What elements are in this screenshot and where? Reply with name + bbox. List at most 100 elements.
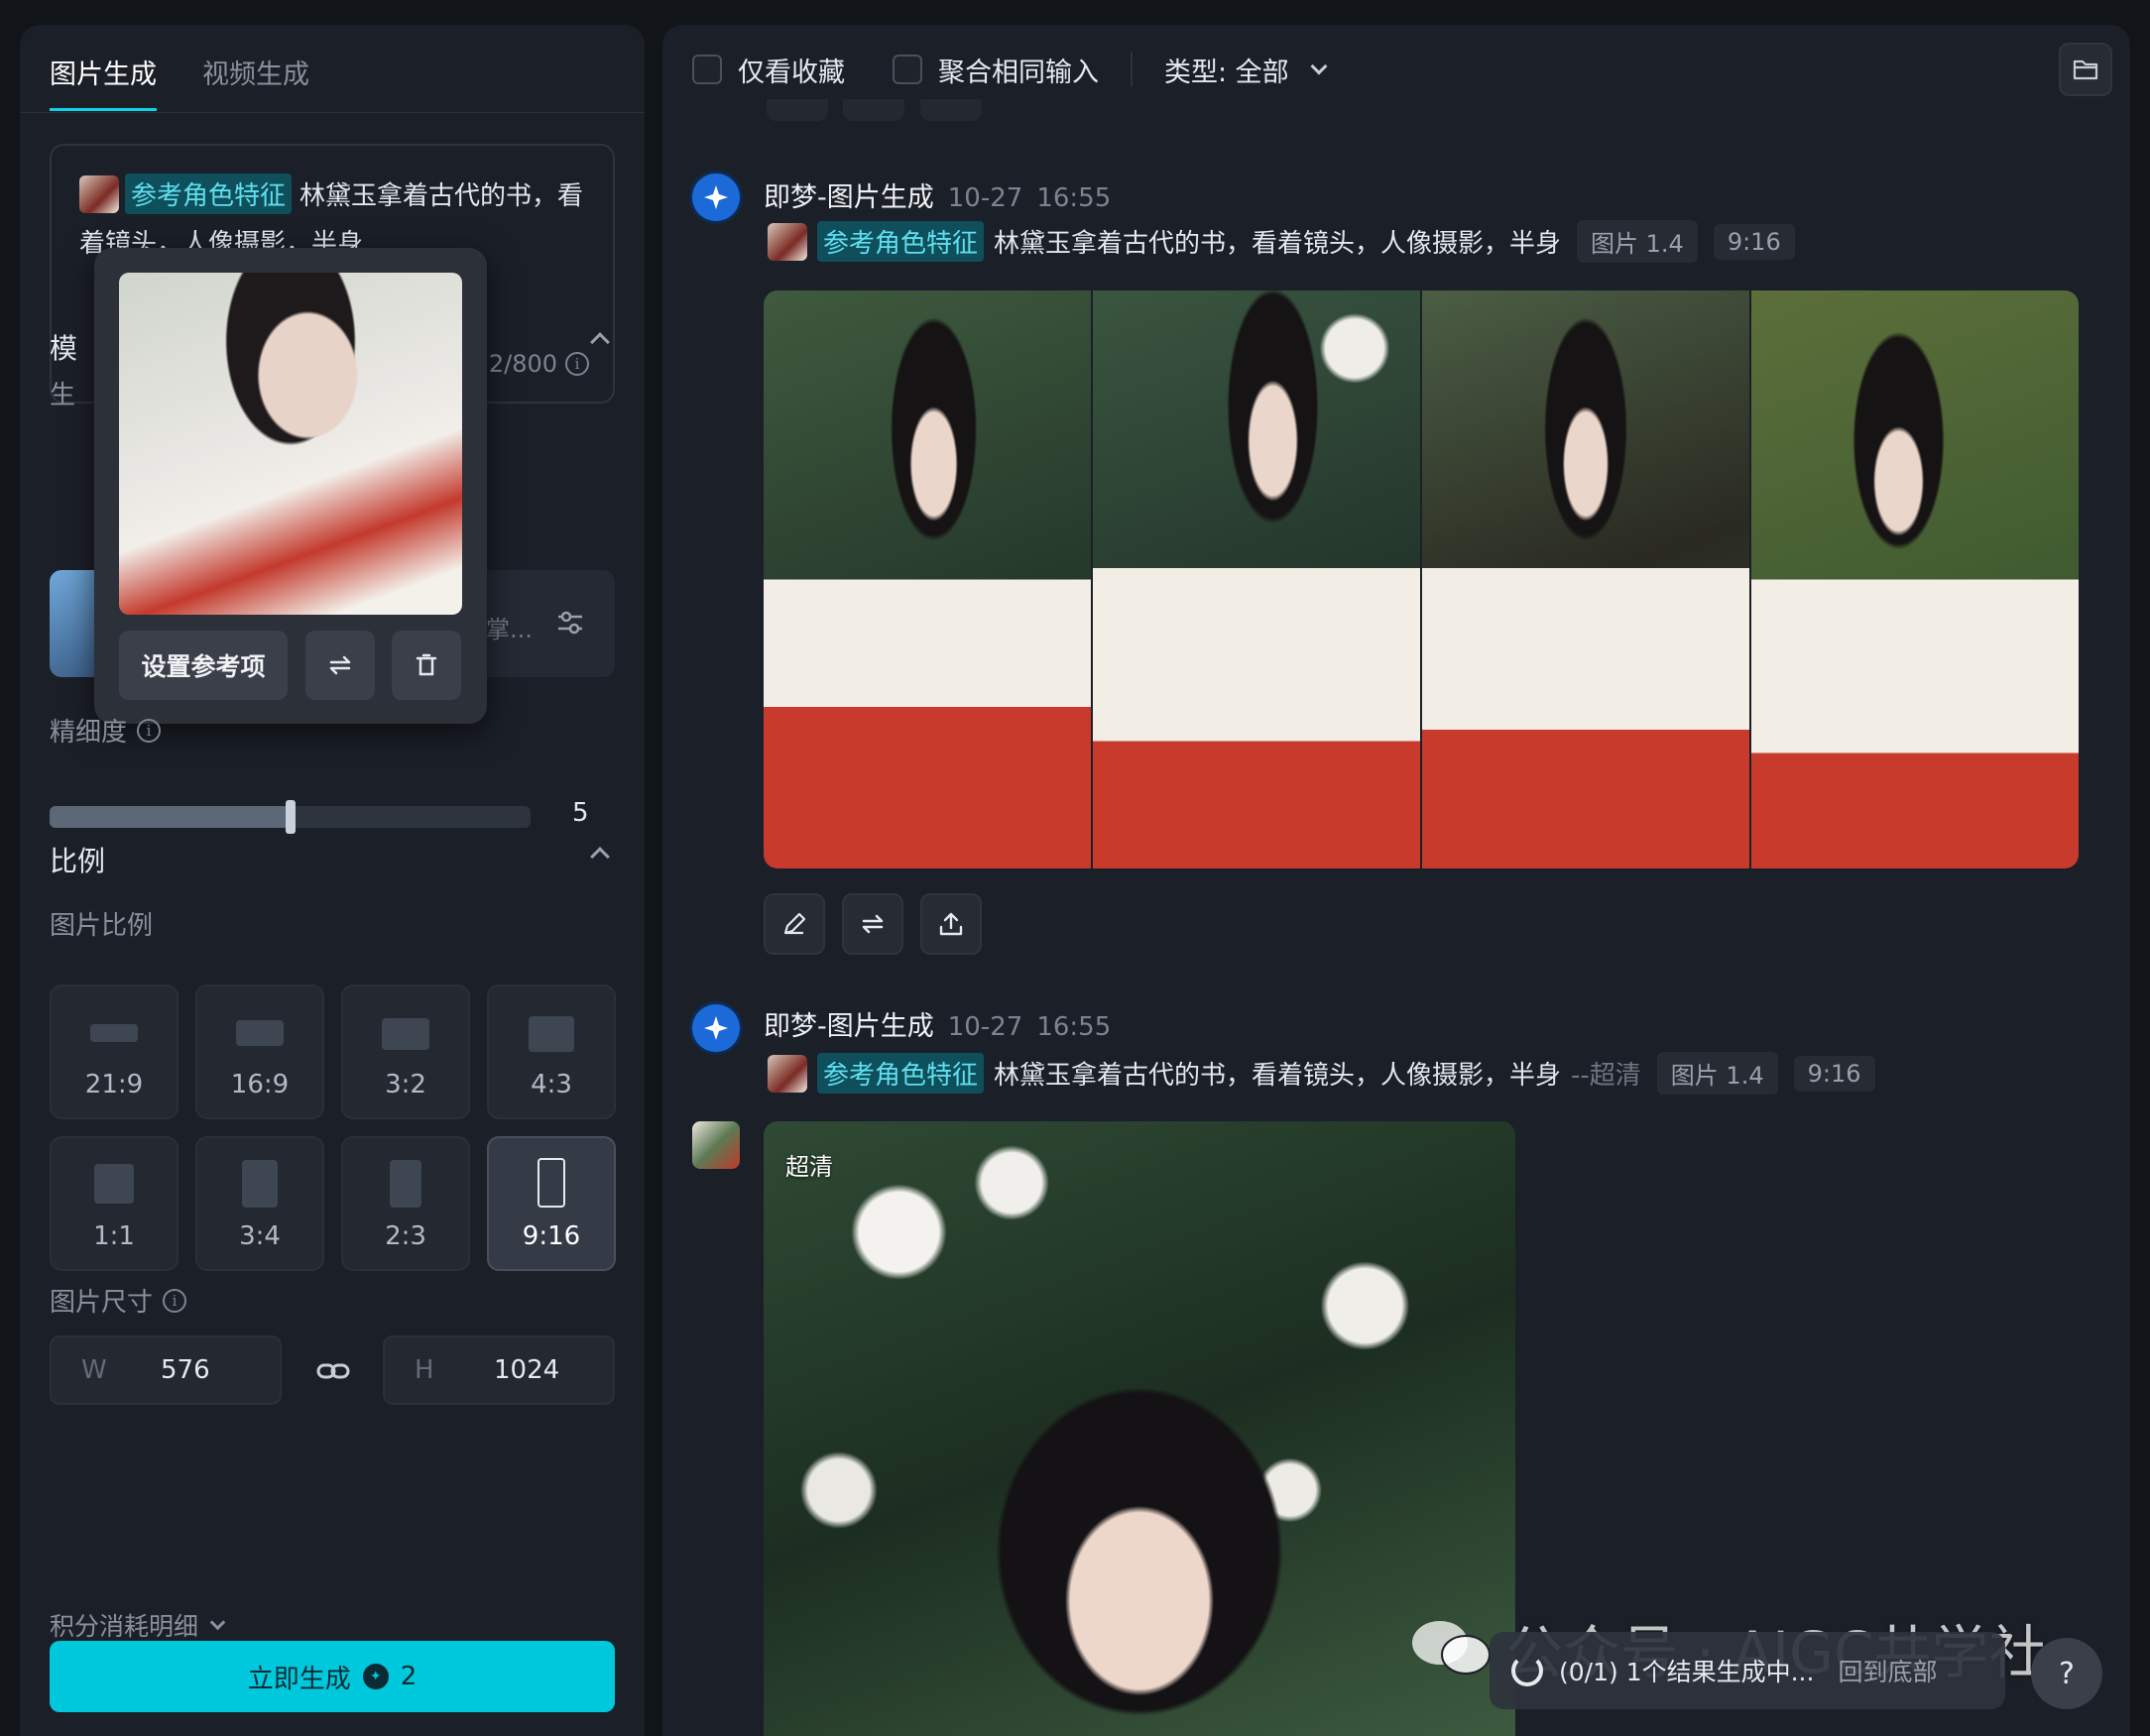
info-icon[interactable]: i	[137, 718, 162, 743]
ratio-shape-icon	[90, 1024, 138, 1042]
result-image-2[interactable]	[1093, 290, 1420, 868]
reference-thumbnail	[768, 222, 807, 261]
message-time: 16:55	[1036, 183, 1112, 213]
status-text: (0/1) 1个结果生成中...	[1559, 1658, 1815, 1686]
model-name: 掌...	[486, 616, 533, 643]
generate-label: 立即生成	[247, 1664, 351, 1694]
tab-video-generation[interactable]: 视频生成	[202, 25, 309, 112]
width-letter: W	[81, 1355, 107, 1385]
ratio-shape-icon	[529, 1016, 574, 1052]
replace-reference-button[interactable]	[305, 631, 375, 700]
folder-button[interactable]	[2059, 43, 2112, 96]
prompt-suffix: --超清	[1571, 1061, 1641, 1091]
size-label: 图片尺寸	[50, 1288, 154, 1318]
chevron-down-icon[interactable]	[1310, 58, 1328, 75]
scrolled-button	[920, 99, 982, 121]
model-section-sub: 生	[50, 381, 76, 410]
ratio-label: 3:2	[385, 1070, 426, 1099]
hd-badge: 超清	[785, 1153, 833, 1181]
height-field[interactable]: H 1024	[383, 1335, 615, 1405]
filter-bar: 仅看收藏 聚合相同输入 类型: 全部	[692, 45, 1328, 94]
info-icon[interactable]: i	[163, 1288, 187, 1313]
credit-icon: ✦	[362, 1664, 389, 1689]
model-tag: 图片 1.4	[1577, 220, 1698, 263]
message-prompt[interactable]: 参考角色特征 林黛玉拿着古代的书，看着镜头，人像摄影，半身 图片 1.4 9:1…	[768, 220, 1795, 263]
bot-avatar	[692, 1004, 740, 1052]
ratio-shape-icon	[538, 1158, 565, 1208]
ratio-option-21-9[interactable]: 21:9	[50, 984, 179, 1119]
ratio-option-9-16[interactable]: 9:16	[487, 1136, 616, 1271]
message-time: 16:55	[1036, 1012, 1112, 1042]
ratio-label: 2:3	[385, 1221, 426, 1251]
generate-button[interactable]: 立即生成 ✦ 2	[50, 1641, 615, 1712]
merge-same-checkbox[interactable]	[893, 55, 922, 84]
height-letter: H	[415, 1355, 434, 1385]
collapse-chevron-up-icon[interactable]	[590, 847, 610, 867]
reference-popover: 设置参考项	[94, 248, 487, 724]
scrolled-button	[843, 99, 904, 121]
scroll-to-bottom-link[interactable]: 回到底部	[1838, 1653, 1937, 1688]
message-title: 即梦-图片生成	[764, 182, 934, 213]
regenerate-button[interactable]	[842, 893, 903, 955]
cost-details-toggle[interactable]: 积分消耗明细	[50, 1607, 226, 1643]
ratio-label: 9:16	[522, 1221, 581, 1251]
set-reference-button[interactable]: 设置参考项	[119, 631, 288, 700]
ratio-option-16-9[interactable]: 16:9	[195, 984, 324, 1119]
reference-chip[interactable]: 参考角色特征	[79, 174, 293, 214]
reference-tag: 参考角色特征	[817, 221, 985, 262]
loading-spinner-icon	[1511, 1655, 1543, 1686]
generate-cost: 2	[400, 1662, 418, 1691]
hd-result-image[interactable]: 超清	[764, 1121, 1515, 1736]
result-image-4[interactable]	[1751, 290, 2079, 868]
result-image-3[interactable]	[1422, 290, 1749, 868]
result-image-1[interactable]	[764, 290, 1091, 868]
ratio-option-3-4[interactable]: 3:4	[195, 1136, 324, 1271]
size-label-row: 图片尺寸 i	[50, 1282, 187, 1319]
message-prompt[interactable]: 参考角色特征 林黛玉拿着古代的书，看着镜头，人像摄影，半身 --超清 图片 1.…	[768, 1052, 1875, 1095]
message-header: 即梦-图片生成 10-27 16:55	[764, 175, 1111, 214]
ratio-label: 4:3	[531, 1070, 572, 1099]
merge-same-label[interactable]: 聚合相同输入	[938, 51, 1099, 89]
tab-image-generation[interactable]: 图片生成	[50, 25, 157, 112]
detail-label: 精细度	[50, 718, 128, 748]
delete-reference-button[interactable]	[392, 631, 461, 700]
ratio-sub-label: 图片比例	[50, 911, 154, 941]
tabs-divider	[20, 112, 645, 113]
sparkle-icon	[704, 185, 728, 209]
ratio-option-4-3[interactable]: 4:3	[487, 984, 616, 1119]
type-filter-dropdown[interactable]: 类型: 全部	[1164, 51, 1289, 89]
prompt-text: 林黛玉拿着古代的书，看	[299, 181, 584, 211]
user-avatar	[692, 1121, 740, 1169]
settings-sliders-icon[interactable]	[555, 608, 585, 637]
chevron-down-icon	[209, 1614, 226, 1630]
fav-only-label[interactable]: 仅看收藏	[738, 51, 845, 89]
help-button[interactable]: ?	[2031, 1638, 2102, 1709]
wechat-logo-icon	[1412, 1621, 1491, 1675]
reference-tag: 参考角色特征	[817, 1053, 985, 1094]
fav-only-checkbox[interactable]	[692, 55, 722, 84]
ratio-option-2-3[interactable]: 2:3	[341, 1136, 470, 1271]
folder-icon	[2073, 59, 2098, 80]
reference-image-preview	[119, 273, 462, 615]
info-icon[interactable]: i	[565, 352, 589, 376]
right-panel: 仅看收藏 聚合相同输入 类型: 全部 即梦-图片生成 10-27 16:55 参…	[662, 25, 2130, 1736]
edit-button[interactable]	[764, 893, 825, 955]
ratio-shape-icon	[94, 1164, 134, 1204]
message-date: 10-27	[947, 183, 1023, 213]
pencil-icon	[783, 912, 806, 935]
ratio-label: 16:9	[230, 1070, 290, 1099]
width-field[interactable]: W 576	[50, 1335, 282, 1405]
ratio-tag: 9:16	[1793, 1055, 1875, 1092]
detail-slider[interactable]	[50, 800, 531, 834]
cost-label: 积分消耗明细	[50, 1612, 199, 1641]
slider-handle[interactable]	[285, 800, 296, 834]
ratio-label: 3:4	[239, 1221, 281, 1251]
ratio-option-3-2[interactable]: 3:2	[341, 984, 470, 1119]
ratio-option-1-1[interactable]: 1:1	[50, 1136, 179, 1271]
export-button[interactable]	[920, 893, 982, 955]
divider	[1131, 53, 1133, 86]
char-counter: 22/800 i	[474, 350, 589, 378]
detail-label-row: 精细度 i	[50, 712, 162, 749]
link-icon[interactable]	[315, 1353, 351, 1389]
height-value: 1024	[494, 1355, 560, 1385]
